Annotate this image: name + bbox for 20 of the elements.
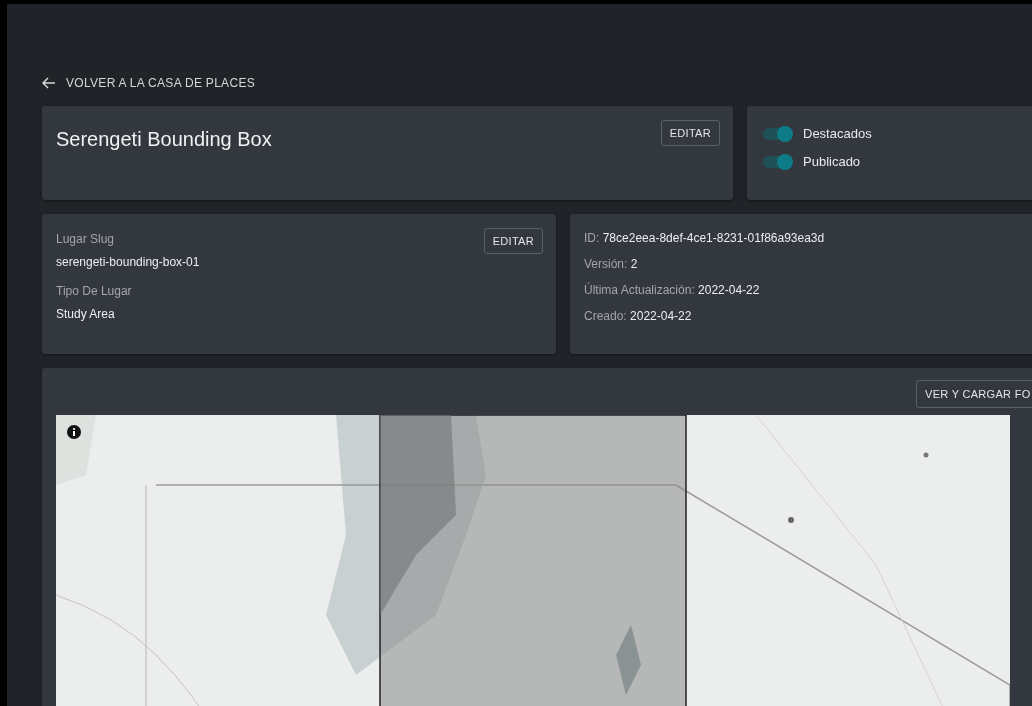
meta-line: Última Actualización: 2022-04-22 — [584, 282, 761, 298]
field-label: Tipo De Lugar — [56, 284, 132, 298]
toggle-label: Destacados — [803, 126, 872, 141]
photos-button[interactable]: VER Y CARGAR FO — [916, 380, 1032, 408]
field-value: serengeti-bounding-box-01 — [56, 255, 200, 269]
back-link[interactable]: VOLVER A LA CASA DE PLACES — [42, 74, 255, 92]
toggle-switch[interactable] — [763, 127, 793, 140]
meta-line: Creado: 2022-04-22 — [584, 308, 693, 324]
toggle-label: Publicado — [803, 154, 861, 169]
meta-line: Versión: 2 — [584, 256, 639, 272]
field-label: Lugar Slug — [56, 232, 115, 246]
edit-button[interactable]: EDITAR — [660, 120, 720, 146]
place-title: Serengeti Bounding Box — [56, 128, 272, 151]
field-value: Study Area — [56, 307, 115, 321]
info-icon[interactable] — [67, 425, 81, 439]
arrow-left-icon — [42, 77, 56, 89]
edit-button[interactable]: EDITAR — [483, 228, 543, 254]
meta-line: ID: 78ce2eea-8def-4ce1-8231-01f86a93ea3d — [584, 230, 826, 246]
back-link-label[interactable]: VOLVER A LA CASA DE PLACES — [66, 76, 255, 90]
toggle-switch[interactable] — [763, 155, 793, 168]
